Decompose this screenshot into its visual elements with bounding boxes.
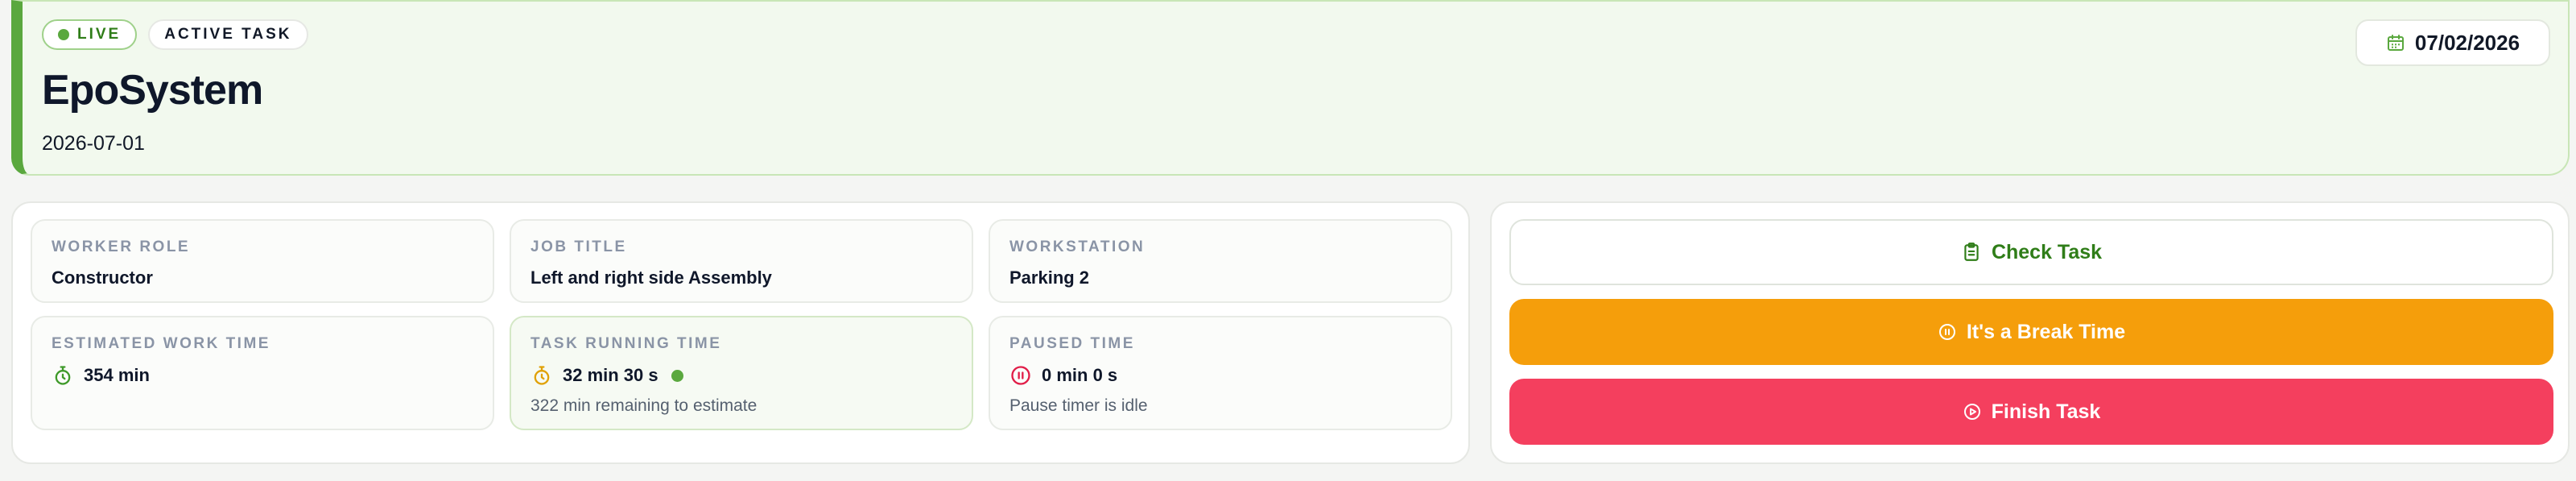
break-time-label: It's a Break Time bbox=[1966, 320, 2126, 343]
finish-task-label: Finish Task bbox=[1991, 400, 2101, 423]
current-date-pill: 07/02/2026 bbox=[2355, 19, 2550, 66]
play-circle-icon bbox=[1963, 402, 1982, 421]
running-time-card: TASK RUNNING TIME 32 min 30 s 322 min re… bbox=[510, 316, 973, 430]
clipboard-icon bbox=[1961, 242, 1982, 263]
pause-circle-icon bbox=[1938, 322, 1957, 342]
job-title-value: Left and right side Assembly bbox=[530, 267, 772, 288]
stopwatch-icon bbox=[52, 364, 74, 387]
pause-circle-icon bbox=[1009, 364, 1032, 387]
break-time-button[interactable]: It's a Break Time bbox=[1509, 299, 2553, 365]
workstation-label: WORKSTATION bbox=[1009, 238, 1146, 255]
running-indicator-dot bbox=[671, 369, 683, 382]
workstation-card: WORKSTATION Parking 2 bbox=[989, 219, 1452, 303]
remaining-time-note: 322 min remaining to estimate bbox=[530, 396, 758, 415]
task-info-panel: WORKER ROLE Constructor JOB TITLE Left a… bbox=[11, 201, 1470, 464]
page-title: EpoSystem bbox=[42, 67, 263, 114]
job-title-label: JOB TITLE bbox=[530, 238, 627, 255]
active-task-badge-label: ACTIVE TASK bbox=[164, 26, 292, 43]
paused-time-value: 0 min 0 s bbox=[1042, 365, 1118, 385]
estimated-time-label: ESTIMATED WORK TIME bbox=[52, 335, 270, 352]
check-task-button[interactable]: Check Task bbox=[1509, 219, 2553, 285]
live-indicator-dot bbox=[58, 29, 69, 40]
running-time-value: 32 min 30 s bbox=[563, 365, 658, 385]
task-actions-panel: Check Task It's a Break Time Finish Task bbox=[1490, 201, 2570, 464]
worker-role-label: WORKER ROLE bbox=[52, 238, 191, 255]
status-badges: LIVE ACTIVE TASK bbox=[42, 19, 308, 50]
active-task-badge: ACTIVE TASK bbox=[148, 19, 308, 50]
check-task-label: Check Task bbox=[1991, 240, 2103, 263]
worker-role-value: Constructor bbox=[52, 267, 153, 288]
calendar-icon bbox=[2386, 33, 2405, 52]
live-badge: LIVE bbox=[42, 19, 138, 50]
paused-time-label: PAUSED TIME bbox=[1009, 335, 1135, 352]
stopwatch-icon bbox=[530, 364, 553, 387]
current-date-label: 07/02/2026 bbox=[2414, 30, 2520, 55]
job-title-card: JOB TITLE Left and right side Assembly bbox=[510, 219, 973, 303]
pause-status-note: Pause timer is idle bbox=[1009, 396, 1148, 415]
live-badge-label: LIVE bbox=[77, 26, 122, 43]
worker-role-card: WORKER ROLE Constructor bbox=[31, 219, 494, 303]
workstation-value: Parking 2 bbox=[1009, 267, 1090, 288]
estimated-time-card: ESTIMATED WORK TIME 354 min bbox=[31, 316, 494, 430]
finish-task-button[interactable]: Finish Task bbox=[1509, 379, 2553, 445]
paused-time-card: PAUSED TIME 0 min 0 s Pause timer is idl… bbox=[989, 316, 1452, 430]
task-date: 2026-07-01 bbox=[42, 132, 145, 155]
task-header: LIVE ACTIVE TASK EpoSystem 2026-07-01 07… bbox=[11, 0, 2570, 176]
estimated-time-value: 354 min bbox=[84, 365, 150, 385]
running-time-label: TASK RUNNING TIME bbox=[530, 335, 722, 352]
